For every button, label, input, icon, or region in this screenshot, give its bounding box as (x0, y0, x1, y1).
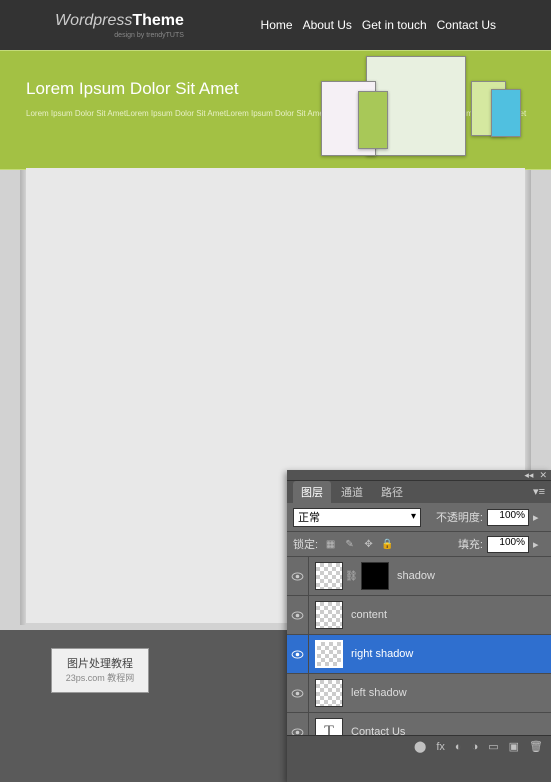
panel-close-icon[interactable]: ✕ (539, 470, 547, 481)
tab-paths[interactable]: 路径 (373, 481, 411, 503)
visibility-toggle[interactable] (287, 674, 309, 712)
layer-name[interactable]: left shadow (351, 687, 407, 699)
mask-icon[interactable]: ◐ (455, 741, 462, 753)
layer-name[interactable]: content (351, 609, 387, 621)
mask-thumbnail[interactable] (361, 562, 389, 590)
visibility-toggle[interactable] (287, 713, 309, 735)
layer-name[interactable]: Contact Us (351, 726, 405, 735)
group-icon[interactable]: ▭ (488, 740, 498, 753)
layer-name[interactable]: right shadow (351, 648, 413, 660)
lock-pixels-icon[interactable]: ✎ (343, 538, 356, 551)
badge-line2: 23ps.com 教程网 (54, 671, 146, 684)
panel-tabs: 图层 通道 路径 ▾≡ (287, 481, 551, 503)
panel-footer: ⬤ fx ◐ ◑ ▭ ▣ 🗑 (287, 735, 551, 757)
visibility-toggle[interactable] (287, 635, 309, 673)
fx-icon[interactable]: fx (436, 741, 445, 753)
layer-row[interactable]: content (287, 596, 551, 635)
panel-menu-icon[interactable]: ▾≡ (533, 485, 545, 498)
fill-flyout-icon[interactable]: ▸ (533, 538, 545, 551)
lock-transparent-icon[interactable]: ▦ (324, 538, 337, 551)
logo-part2: Theme (132, 12, 184, 29)
lock-position-icon[interactable]: ✥ (362, 538, 375, 551)
layer-row[interactable]: T Contact Us (287, 713, 551, 735)
blend-mode-select[interactable]: 正常 (293, 508, 421, 527)
hero-thumbnails (316, 61, 526, 166)
site-topbar: WordpressTheme design by trendyTUTS Home… (0, 0, 551, 50)
nav-touch[interactable]: Get in touch (362, 18, 427, 32)
watermark-badge: 图片处理教程 23ps.com 教程网 (51, 648, 149, 693)
fill-input[interactable]: 100% (487, 536, 529, 553)
main-nav: Home About Us Get in touch Contact Us (261, 18, 496, 32)
lock-fill-row: 锁定: ▦ ✎ ✥ 🔒 填充: 100% ▸ (287, 532, 551, 557)
panel-collapse-icon[interactable]: ◂◂ (524, 470, 533, 481)
adjustment-icon[interactable]: ◑ (472, 741, 479, 753)
logo-subtitle: design by trendyTUTS (55, 32, 184, 39)
opacity-flyout-icon[interactable]: ▸ (533, 511, 545, 524)
layer-row[interactable]: left shadow (287, 674, 551, 713)
link-layers-icon[interactable]: ⬤ (414, 740, 426, 753)
photoshop-layers-panel: ◂◂ ✕ 图层 通道 路径 ▾≡ 正常 不透明度: 100% ▸ 锁定: ▦ ✎… (287, 470, 551, 782)
link-icon: ⛓ (345, 571, 355, 582)
hero-banner: Lorem Ipsum Dolor Sit Amet Lorem Ipsum D… (0, 50, 551, 170)
text-layer-thumbnail[interactable]: T (315, 718, 343, 735)
tab-channels[interactable]: 通道 (333, 481, 371, 503)
nav-contact[interactable]: Contact Us (437, 18, 496, 32)
lock-icons: ▦ ✎ ✥ 🔒 (324, 538, 394, 551)
tab-layers[interactable]: 图层 (293, 481, 331, 503)
layers-list[interactable]: ⛓ shadow content right shadow left shado… (287, 557, 551, 735)
site-logo[interactable]: WordpressTheme design by trendyTUTS (55, 12, 184, 39)
panel-titlebar[interactable]: ◂◂ ✕ (287, 470, 551, 481)
logo-part1: Wordpress (55, 12, 132, 29)
layer-row[interactable]: right shadow (287, 635, 551, 674)
layer-name[interactable]: shadow (397, 570, 435, 582)
opacity-input[interactable]: 100% (487, 509, 529, 526)
nav-about[interactable]: About Us (303, 18, 352, 32)
badge-line1: 图片处理教程 (54, 655, 146, 671)
lock-label: 锁定: (293, 536, 318, 552)
layer-row[interactable]: ⛓ shadow (287, 557, 551, 596)
visibility-toggle[interactable] (287, 596, 309, 634)
layer-thumbnail[interactable] (315, 562, 343, 590)
blend-opacity-row: 正常 不透明度: 100% ▸ (287, 503, 551, 532)
nav-home[interactable]: Home (261, 18, 293, 32)
mock-thumb (358, 91, 388, 149)
lock-all-icon[interactable]: 🔒 (381, 538, 394, 551)
visibility-toggle[interactable] (287, 557, 309, 595)
panel-resize-handle[interactable] (537, 768, 551, 782)
opacity-label: 不透明度: (436, 509, 483, 525)
layer-thumbnail[interactable] (315, 679, 343, 707)
layer-thumbnail[interactable] (315, 601, 343, 629)
fill-label: 填充: (458, 536, 483, 552)
delete-layer-icon[interactable]: 🗑 (529, 740, 543, 753)
layer-thumbnail[interactable] (315, 640, 343, 668)
new-layer-icon[interactable]: ▣ (509, 740, 519, 753)
mock-thumb (491, 89, 521, 137)
